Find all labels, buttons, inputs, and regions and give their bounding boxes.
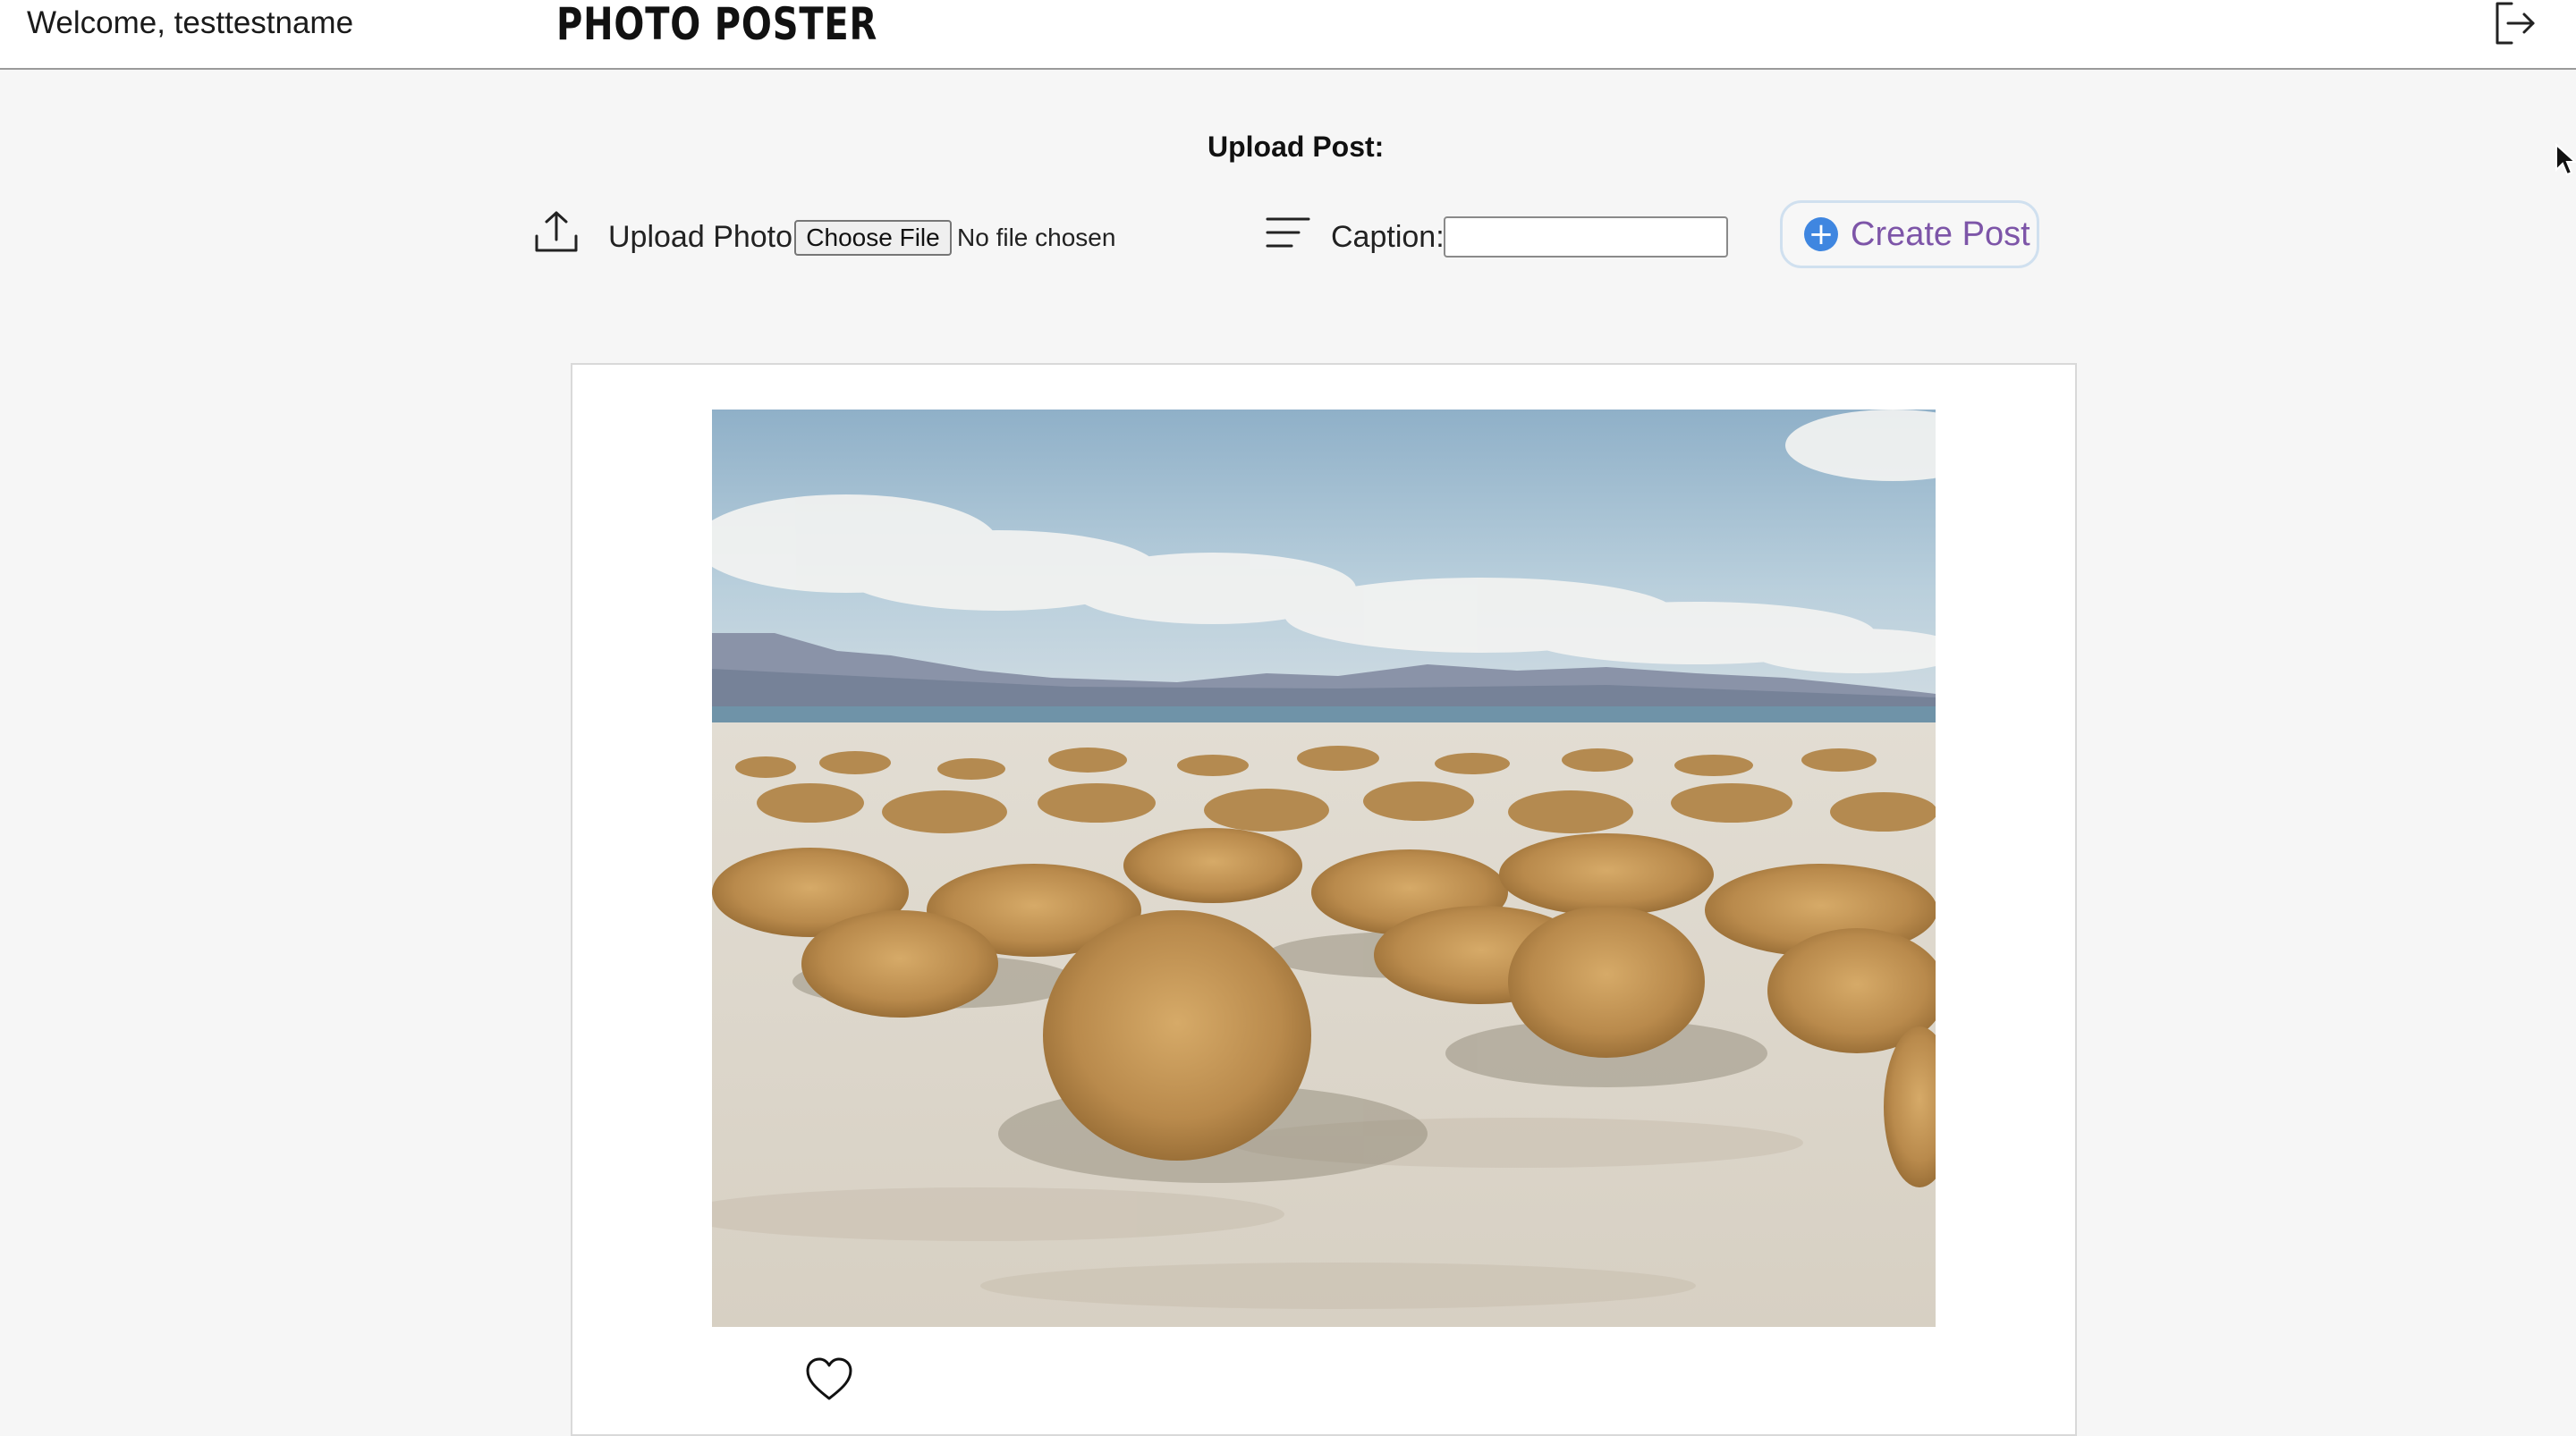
top-bar: Welcome, testtestname PHOTO POSTER [0, 0, 2576, 70]
mouse-cursor-icon [2555, 143, 2576, 176]
create-post-button[interactable]: + Create Post [1780, 200, 2039, 268]
caption-input[interactable] [1444, 216, 1728, 258]
file-status-text: No file chosen [957, 224, 1116, 251]
post-photo [712, 410, 1936, 1327]
upload-icon [533, 209, 580, 256]
plus-circle-icon: + [1804, 217, 1838, 251]
create-post-label: Create Post [1851, 215, 2030, 253]
text-align-left-icon [1265, 215, 1311, 250]
caption-label: Caption: [1331, 220, 1445, 254]
upload-post-title: Upload Post: [1208, 131, 1385, 163]
welcome-text: Welcome, testtestname [27, 5, 354, 40]
heart-icon[interactable] [805, 1357, 853, 1402]
choose-file-button[interactable]: Choose File [794, 220, 952, 256]
brand-title: PHOTO POSTER [556, 0, 878, 50]
upload-photo-label: Upload Photo: [608, 220, 801, 254]
logout-icon[interactable] [2492, 0, 2538, 46]
